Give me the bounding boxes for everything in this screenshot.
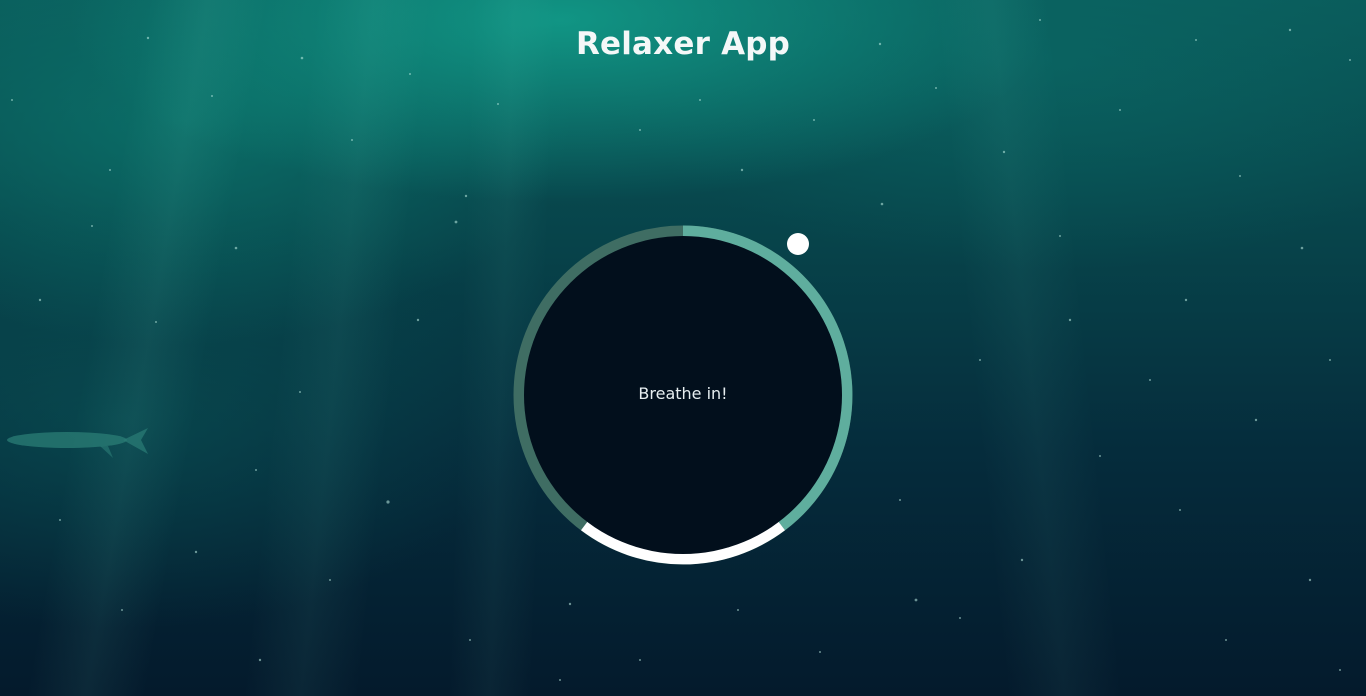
breathing-status-text: Breathe in! bbox=[638, 384, 728, 403]
fish-silhouette bbox=[7, 428, 148, 458]
breathing-circle: Breathe in! bbox=[513, 225, 853, 565]
app-title: Relaxer App bbox=[575, 26, 791, 62]
circle-dot-icon bbox=[787, 233, 809, 255]
